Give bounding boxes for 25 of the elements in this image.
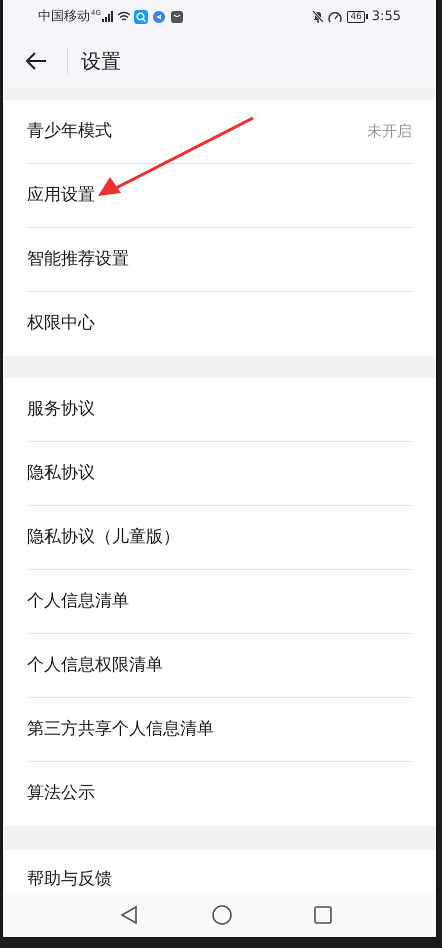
settings-row[interactable]: 智能推荐设置 [27, 228, 412, 292]
settings-row[interactable]: 权限中心 [27, 292, 412, 356]
back-icon[interactable] [25, 50, 47, 70]
settings-row[interactable]: 隐私协议 [27, 442, 412, 506]
home-icon[interactable] [212, 904, 232, 924]
recents-icon[interactable] [314, 906, 332, 924]
row-value: 未开启 [367, 121, 412, 142]
carrier-name: 中国移动 [38, 8, 90, 26]
settings-row[interactable]: 第三方共享个人信息清单 [27, 698, 412, 762]
settings-row[interactable]: 隐私协议（儿童版） [27, 506, 412, 570]
settings-row[interactable]: 算法公示 [27, 762, 412, 826]
app-icon [152, 10, 165, 22]
battery-icon: 46 [347, 10, 368, 22]
page-title: 设置 [81, 48, 121, 74]
settings-row[interactable]: 个人信息清单 [27, 570, 412, 634]
wifi-icon [116, 11, 131, 22]
clock: 3:55 [372, 8, 401, 26]
settings-row[interactable]: 个人信息权限清单 [27, 634, 412, 698]
settings-row[interactable]: 服务协议 [27, 378, 412, 442]
settings-row[interactable]: 青少年模式 未开启 [27, 100, 412, 164]
search-icon [134, 10, 148, 24]
back-icon[interactable] [120, 904, 138, 924]
signal-icon [102, 11, 114, 22]
speed-icon [328, 10, 342, 22]
mute-icon [312, 10, 324, 23]
